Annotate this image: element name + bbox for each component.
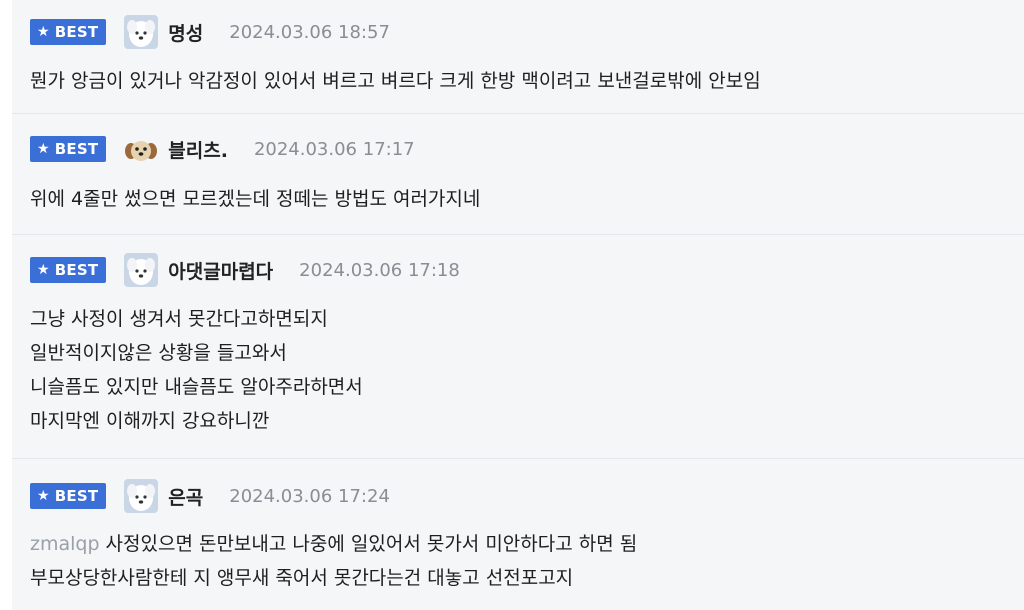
comment-date: 2024.03.06 17:17 <box>253 138 415 160</box>
comment-body: 위에 4줄만 썼으면 모르겠는데 정떼는 방법도 여러가지네 <box>30 182 1014 216</box>
comment-header: ★ BEST 명성 2024.03.06 18:57 <box>30 14 390 50</box>
comment-body: 그냥 사정이 생겨서 못간다고하면되지 일반적이지않은 상황을 들고와서 니슬픔… <box>30 302 1014 438</box>
comment-body: 뭔가 앙금이 있거나 악감정이 있어서 벼르고 벼르다 크게 한방 맥이려고 보… <box>30 64 1014 98</box>
best-badge-label: BEST <box>54 487 99 505</box>
white-dog-avatar-icon[interactable] <box>124 253 159 287</box>
comment-text-line: zmalqp 사정있으면 돈만보내고 나중에 일있어서 못가서 미안하다고 하면 … <box>30 527 1014 561</box>
comment-text-line: 일반적이지않은 상황을 들고와서 <box>30 342 287 364</box>
comment-text-line: 위에 4줄만 썼으면 모르겠는데 정떼는 방법도 여러가지네 <box>30 188 481 210</box>
best-badge-label: BEST <box>54 261 99 279</box>
comment-text-line: 부모상당한사람한테 지 앵무새 죽어서 못간다는건 대놓고 선전포고지 <box>30 567 574 589</box>
star-icon: ★ <box>37 488 50 504</box>
best-badge-label: BEST <box>54 23 99 41</box>
comment-text-line: 뭔가 앙금이 있거나 악감정이 있어서 벼르고 벼르다 크게 한방 맥이려고 보… <box>30 70 761 92</box>
comment-nickname[interactable]: 명성 <box>168 19 203 46</box>
comment-item: ★ BEST 아댓글마렵다 2024.03.06 17:18 그냥 사정이 생겨… <box>12 235 1024 459</box>
star-icon: ★ <box>37 141 50 157</box>
white-dog-avatar-icon[interactable] <box>124 479 159 513</box>
comment-header: ★ BEST 은곡 2024.03.06 17:24 <box>30 478 390 514</box>
comment-header: ★ BEST 아댓글마렵다 2024.03.06 17:18 <box>30 252 460 288</box>
best-badge: ★ BEST <box>30 483 107 509</box>
comment-nickname[interactable]: 아댓글마렵다 <box>168 257 273 284</box>
best-comment-list: ★ BEST 명성 2024.03.06 18:57 뭔가 앙금이 있거나 악감… <box>12 0 1024 610</box>
comment-item: ★ BEST 블리츠. 2024.03.06 17:17 위에 4줄만 썼으면 … <box>12 114 1024 235</box>
comment-item: ★ BEST 명성 2024.03.06 18:57 뭔가 앙금이 있거나 악감… <box>12 0 1024 114</box>
comment-text-line: 그냥 사정이 생겨서 못간다고하면되지 <box>30 308 328 330</box>
reply-mention-link[interactable]: zmalqp <box>30 533 100 555</box>
comment-nickname[interactable]: 은곡 <box>168 483 203 510</box>
comment-body: zmalqp 사정있으면 돈만보내고 나중에 일있어서 못가서 미안하다고 하면 … <box>30 527 1014 595</box>
best-badge-label: BEST <box>54 140 99 158</box>
best-badge: ★ BEST <box>30 136 107 162</box>
star-icon: ★ <box>37 262 50 278</box>
comment-date: 2024.03.06 18:57 <box>229 21 390 43</box>
comment-text: 사정있으면 돈만보내고 나중에 일있어서 못가서 미안하다고 하면 됨 <box>105 533 638 555</box>
comment-item: ★ BEST 은곡 2024.03.06 17:24 zmalqp 사정있으면 돈… <box>12 459 1024 610</box>
star-icon: ★ <box>37 24 50 40</box>
comment-header: ★ BEST 블리츠. 2024.03.06 17:17 <box>30 131 415 167</box>
comment-text-line: 니슬픔도 있지만 내슬픔도 알아주라하면서 <box>30 376 363 398</box>
comment-date: 2024.03.06 17:18 <box>299 259 460 281</box>
comment-nickname[interactable]: 블리츠. <box>168 136 228 163</box>
puppy-face-avatar-icon[interactable] <box>124 132 159 166</box>
white-dog-avatar-icon[interactable] <box>124 15 159 49</box>
best-badge: ★ BEST <box>30 19 107 45</box>
comment-text-line: 마지막엔 이해까지 강요하니깐 <box>30 410 270 432</box>
best-badge: ★ BEST <box>30 257 107 283</box>
comment-date: 2024.03.06 17:24 <box>229 485 390 507</box>
